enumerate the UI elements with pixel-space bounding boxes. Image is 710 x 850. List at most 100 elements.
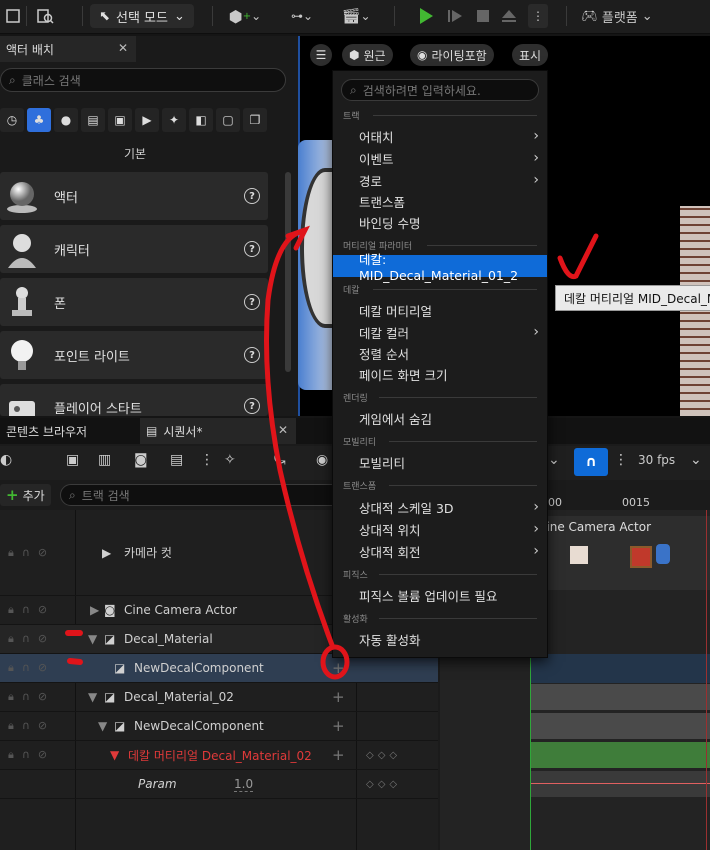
track-row-decal-material-param[interactable]: 🔒︎ ∩ ⊘ ▼ 데칼 머티리얼 Decal_Material_02 + ◇◇◇ [0, 741, 438, 770]
actions-icon[interactable]: ✧ [224, 452, 236, 468]
cinematics-button[interactable]: 🎬︎ ⌄ [336, 4, 376, 28]
actor-item-character[interactable]: 캐릭터 ? [0, 225, 268, 273]
class-search-input[interactable]: ⌕ 클래스 검색 [0, 68, 286, 92]
add-content-button[interactable]: ⬢ + ⌄ [224, 4, 266, 28]
menu-item-fade-screen-size[interactable]: 페이드 화면 크기 [333, 363, 547, 385]
actor-item-pawn[interactable]: 폰 ? [0, 278, 268, 326]
track-row-new-decal-component-02[interactable]: 🔒︎ ∩ ⊘ ▼ ◪ NewDecalComponent + [0, 712, 438, 741]
menu-item-binding-lifetime[interactable]: 바인딩 수명 [333, 211, 547, 233]
param-curve-section[interactable] [530, 771, 710, 797]
actor-item-point-light[interactable]: 포인트 라이트 ? [0, 331, 268, 379]
track-row-new-decal-component[interactable]: 🔒︎ ∩ ⊘ ◪ NewDecalComponent + [0, 654, 438, 683]
selected-track-lane[interactable] [530, 654, 710, 683]
track-controls[interactable]: 🔒︎ ∩ ⊘ [8, 690, 72, 704]
perspective-button[interactable]: ⬢ 원근 [342, 44, 393, 66]
add-track-plus-icon[interactable]: + [332, 717, 345, 735]
key-navigation-icons[interactable]: ◇◇◇ [366, 779, 401, 790]
edit-key-icon[interactable]: ⤿ [274, 452, 286, 468]
track-controls[interactable]: 🔒︎ ∩ ⊘ [8, 748, 72, 762]
menu-item-decal-color[interactable]: 데칼 컬러 › [333, 321, 547, 343]
visual-effects-icon[interactable]: ▣ [108, 108, 132, 132]
shapes-icon[interactable]: ▢ [216, 108, 240, 132]
stop-button[interactable] [472, 4, 494, 28]
more-options-icon[interactable]: ⋮ [200, 452, 214, 468]
track-row-decal-material-02[interactable]: 🔒︎ ∩ ⊘ ▼ ◪ Decal_Material_02 + [0, 683, 438, 712]
track-search-input[interactable]: ⌕ 트랙 검색 [60, 484, 350, 506]
menu-item-attach[interactable]: 어태치 › [333, 125, 547, 147]
hamburger-menu-icon[interactable]: ☰ [310, 44, 332, 66]
help-icon[interactable]: ? [244, 241, 260, 257]
camera-icon[interactable]: ◙ [134, 452, 148, 468]
platform-dropdown[interactable]: 🎮︎ 플랫폼 ⌄ [576, 4, 658, 28]
playback-end-marker[interactable] [706, 510, 707, 850]
view-icon[interactable]: ◉ [316, 452, 328, 468]
add-track-plus-icon[interactable]: + [332, 659, 345, 677]
key-navigation-icons[interactable]: ◇◇◇ [366, 750, 401, 761]
more-options-icon[interactable]: ⋮ [614, 452, 628, 468]
close-icon[interactable]: ✕ [278, 423, 288, 437]
add-track-plus-icon[interactable]: + [332, 688, 345, 706]
find-in-browser-icon[interactable]: ▥ [98, 452, 111, 468]
scrollbar[interactable] [285, 172, 291, 372]
menu-item-relative-location[interactable]: 상대적 위치 › [333, 518, 547, 540]
menu-item-hidden-in-game[interactable]: 게임에서 숨김 [333, 407, 547, 429]
select-mode-dropdown[interactable]: ⬉ 선택 모드 ⌄ [90, 4, 194, 28]
add-track-plus-icon[interactable]: + [332, 746, 345, 764]
chevron-down-icon[interactable]: ⌄ [548, 452, 560, 468]
menu-item-transform[interactable]: 트랜스폼 [333, 190, 547, 212]
fps-dropdown[interactable]: 30 fps [638, 453, 675, 467]
volumes-icon[interactable]: ✦ [162, 108, 186, 132]
menu-item-relative-scale[interactable]: 상대적 스케일 3D › [333, 496, 547, 518]
add-track-button[interactable]: + 추가 [0, 484, 51, 506]
menu-item-mobility[interactable]: 모빌리티 [333, 451, 547, 473]
blueprint-button[interactable]: ⊶ ⌄ [282, 4, 322, 28]
track-controls[interactable]: 🔒︎ ∩ ⊘ [8, 632, 72, 646]
menu-search-input[interactable]: ⌕ 검색하려면 입력하세요. [341, 79, 539, 101]
menu-item-sort-order[interactable]: 정렬 순서 [333, 342, 547, 364]
snap-magnet-icon[interactable]: ∩ [574, 448, 608, 476]
more-options-icon[interactable]: ⋮ [528, 4, 548, 28]
cinematic-icon[interactable]: ▤ [81, 108, 105, 132]
help-icon[interactable]: ? [244, 294, 260, 310]
menu-item-decal-material-param[interactable]: 데칼: MID_Decal_Material_01_2 [333, 252, 547, 283]
expand-icon[interactable]: ▶ [90, 603, 99, 617]
collapse-icon[interactable]: ▼ [110, 748, 119, 762]
help-icon[interactable]: ? [244, 188, 260, 204]
step-button[interactable] [444, 4, 466, 28]
decal-component-section[interactable] [530, 713, 710, 739]
decal-actor-section[interactable] [530, 684, 710, 710]
close-icon[interactable]: ✕ [118, 41, 128, 55]
eject-button[interactable] [498, 4, 520, 28]
collapse-icon[interactable]: ▼ [88, 632, 97, 646]
param-value-field[interactable]: 1.0 [234, 777, 254, 792]
actor-item-player-start[interactable]: 플레이어 스타트 ? [0, 384, 268, 416]
all-classes-icon[interactable]: ◧ [189, 108, 213, 132]
render-movie-icon[interactable]: ▤ [170, 452, 183, 468]
menu-item-physics-volume[interactable]: 피직스 볼륨 업데이트 필요 [333, 584, 547, 606]
more-shapes-icon[interactable]: ❐ [243, 108, 267, 132]
menu-item-relative-rotation[interactable]: 상대적 회전 › [333, 540, 547, 562]
save-sequence-icon[interactable]: ▣ [66, 452, 79, 468]
content-browse-icon[interactable] [32, 4, 58, 28]
save-icon[interactable] [2, 4, 24, 28]
menu-item-auto-activate[interactable]: 자동 활성화 [333, 628, 547, 650]
camera-cut-clip[interactable]: Cine Camera Actor [530, 516, 710, 590]
geometry-icon[interactable]: ▶ [135, 108, 159, 132]
lighting-mode-button[interactable]: ◉ 라이팅포함 [410, 44, 494, 66]
tab-place-actors[interactable]: 액터 배치 ✕ [0, 36, 136, 62]
basic-shapes-icon[interactable]: ♣ [27, 108, 51, 132]
chevron-down-icon[interactable]: ⌄ [690, 452, 702, 468]
globe-icon[interactable]: ◐ [0, 452, 12, 468]
actor-item-actor[interactable]: 액터 ? [0, 172, 268, 220]
collapse-icon[interactable]: ▼ [88, 690, 97, 704]
track-controls[interactable]: 🔒︎ ∩ ⊘ [8, 661, 72, 675]
menu-item-path[interactable]: 경로 › [333, 169, 547, 191]
menu-item-decal-material[interactable]: 데칼 머티리얼 [333, 299, 547, 321]
menu-item-event[interactable]: 이벤트 › [333, 147, 547, 169]
show-button[interactable]: 표시 [512, 44, 549, 66]
help-icon[interactable]: ? [244, 347, 260, 363]
help-icon[interactable]: ? [244, 398, 260, 414]
material-parameter-section[interactable] [530, 742, 710, 768]
track-row-param[interactable]: Param 1.0 ◇◇◇ [0, 770, 438, 799]
lights-icon[interactable]: ● [54, 108, 78, 132]
